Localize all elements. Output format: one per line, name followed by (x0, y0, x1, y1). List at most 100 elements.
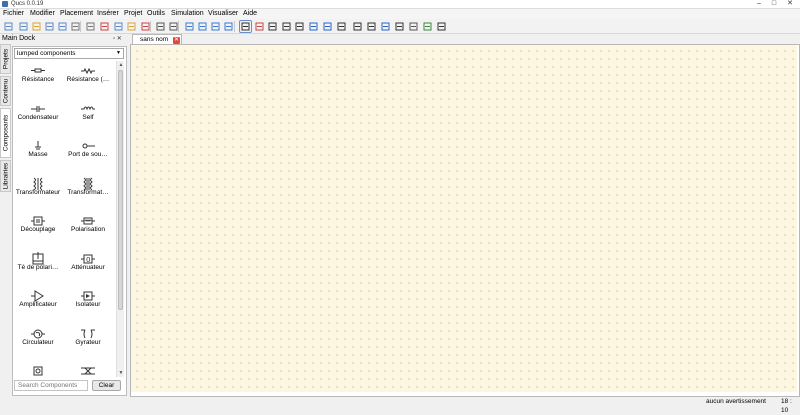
menu-bar: Fichier Modifier Placement Insérer Proje… (0, 9, 800, 19)
zoom-fit-icon[interactable] (184, 21, 195, 32)
equation-icon[interactable] (366, 21, 377, 32)
tab-contenu[interactable]: Contenu (0, 76, 11, 106)
zoom-icon[interactable] (197, 21, 208, 32)
print-icon[interactable] (85, 21, 96, 32)
tab-contenu-label: Contenu (2, 78, 9, 104)
component-item[interactable]: 0 Atténuateur (63, 249, 113, 286)
svg-text:0: 0 (86, 256, 90, 264)
cut-icon[interactable] (99, 21, 110, 32)
search-components-input[interactable] (14, 380, 88, 391)
copy-icon[interactable] (113, 21, 124, 32)
menu-projet[interactable]: Projet (124, 9, 142, 19)
new-text-icon[interactable] (18, 21, 29, 32)
window-title: Qucs 0.0.19 (11, 1, 44, 7)
qucs-app-icon (2, 1, 8, 7)
phase-shifter-icon (31, 364, 45, 377)
tab-composants-label: Composants (2, 114, 9, 152)
component-item[interactable]: Polarisation (63, 211, 113, 248)
coupler-icon (81, 364, 95, 377)
title-bar: Qucs 0.0.19 – □ ✕ (0, 0, 800, 9)
menu-aide[interactable]: Aide (243, 9, 257, 19)
status-bar: aucun avertissement 18 : 10 (0, 397, 800, 414)
close-window-button[interactable]: ✕ (783, 0, 797, 9)
mirror-y-icon[interactable] (281, 21, 292, 32)
component-label: Gyrateur (75, 338, 101, 346)
component-item[interactable]: Transformateur (13, 174, 63, 211)
component-item[interactable] (63, 361, 113, 377)
select-icon[interactable] (239, 20, 252, 33)
schematic-canvas[interactable] (131, 45, 797, 392)
paste-icon[interactable] (126, 21, 137, 32)
component-label: Self (82, 113, 94, 121)
new-file-icon[interactable] (3, 21, 14, 32)
wire-icon[interactable] (336, 21, 347, 32)
zoom-out-icon[interactable] (223, 21, 234, 32)
undo-icon[interactable] (155, 21, 166, 32)
component-item[interactable]: Découplage (13, 211, 63, 248)
component-item[interactable]: Circulateur (13, 324, 63, 361)
component-label: Condensateur (17, 113, 59, 121)
save-icon[interactable] (44, 21, 55, 32)
tab-composants[interactable]: Composants (0, 108, 11, 158)
component-label: Circulateur (22, 338, 54, 346)
component-item[interactable]: Self (63, 99, 113, 136)
component-item[interactable]: Port de sou… (63, 136, 113, 173)
tab-librairies[interactable]: Librairies (0, 160, 11, 192)
clear-button[interactable]: Clear (92, 380, 121, 391)
component-item[interactable]: Amplificateur (13, 286, 63, 323)
scroll-up-icon[interactable]: ▲ (117, 61, 125, 69)
components-scrollbar[interactable]: ▲ ▼ (116, 61, 124, 377)
mirror-x-icon[interactable] (267, 21, 278, 32)
component-label: Découplage (20, 226, 56, 233)
component-item[interactable] (13, 361, 63, 377)
scroll-down-icon[interactable]: ▼ (117, 369, 125, 377)
component-item[interactable]: Condensateur (13, 99, 63, 136)
save-all-icon[interactable] (57, 21, 68, 32)
component-item[interactable]: Transformat… (63, 174, 113, 211)
menu-visualiser[interactable]: Visualiser (208, 9, 238, 19)
menu-fichier[interactable]: Fichier (3, 9, 24, 19)
label-icon[interactable] (352, 21, 363, 32)
dock-title: Main Dock (2, 35, 36, 42)
component-item[interactable]: Masse (13, 136, 63, 173)
view-data-icon[interactable] (422, 21, 433, 32)
ground-icon[interactable] (380, 21, 391, 32)
close-tab-icon[interactable]: ✕ (173, 37, 180, 44)
zoom-in-icon[interactable] (210, 21, 221, 32)
category-select-value: lumped components (17, 50, 76, 57)
component-label: Transformateur (15, 188, 61, 196)
cursor-position: 18 : 10 (781, 398, 792, 414)
port-icon[interactable] (394, 21, 405, 32)
menu-simulation[interactable]: Simulation (171, 9, 204, 19)
tab-projets-label: Projets (2, 48, 9, 70)
component-label: Transformat… (67, 188, 109, 196)
components-list: Résistance Résistance (… Condensateur Self M… (13, 61, 116, 377)
simulate-icon[interactable] (408, 21, 419, 32)
component-item[interactable]: Résistance (13, 61, 63, 98)
component-item[interactable]: Té de polari… (13, 249, 63, 286)
menu-outils[interactable]: Outils (147, 9, 165, 19)
maximize-button[interactable]: □ (767, 0, 781, 9)
component-item[interactable]: Résistance (… (63, 61, 113, 98)
rotate-icon[interactable] (294, 21, 305, 32)
component-item[interactable]: Isolateur (63, 286, 113, 323)
component-label: Amplificateur (19, 301, 57, 308)
scrollbar-thumb[interactable] (118, 70, 123, 310)
menu-placement[interactable]: Placement (60, 9, 93, 19)
minimize-button[interactable]: – (752, 0, 766, 9)
menu-inserer[interactable]: Insérer (97, 9, 119, 19)
dock-float-close-buttons[interactable]: ▫ ✕ (113, 34, 122, 44)
component-item[interactable]: Gyrateur (63, 324, 113, 361)
toolbar (0, 19, 800, 34)
marker-icon[interactable] (436, 21, 447, 32)
deactivate-icon[interactable] (254, 21, 265, 32)
go-down-icon[interactable] (322, 21, 333, 32)
warning-status: aucun avertissement (706, 398, 766, 405)
menu-modifier[interactable]: Modifier (30, 9, 55, 19)
tab-projets[interactable]: Projets (0, 44, 11, 74)
dock-side-tabs: Projets Contenu Composants Librairies (0, 44, 11, 194)
toolbar-separator (178, 21, 179, 32)
go-up-icon[interactable] (308, 21, 319, 32)
open-icon[interactable] (31, 21, 42, 32)
category-select[interactable]: lumped components ▼ (14, 48, 124, 59)
